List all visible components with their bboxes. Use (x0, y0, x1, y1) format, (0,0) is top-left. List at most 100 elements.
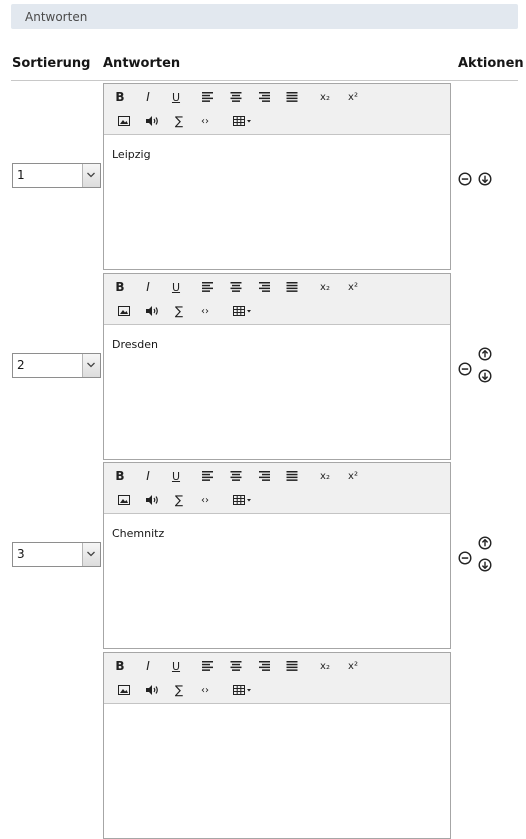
answer-text-area[interactable]: Leipzig (104, 135, 450, 269)
media-icon (145, 116, 159, 126)
remove-answer-button[interactable] (458, 172, 472, 186)
underline-button[interactable]: U (167, 468, 185, 484)
sort-order-select[interactable]: 1 (12, 163, 101, 188)
answer-text-area[interactable]: Dresden (104, 325, 450, 459)
image-icon (118, 495, 130, 505)
insert-media-button[interactable] (143, 113, 161, 129)
source-code-button-glyph: ‹› (201, 494, 209, 506)
insert-media-button[interactable] (143, 492, 161, 508)
insert-table-button[interactable] (232, 303, 254, 319)
align-left-button[interactable] (199, 279, 217, 295)
italic-button[interactable]: I (139, 279, 157, 295)
bold-button[interactable]: B (111, 468, 129, 484)
source-code-button[interactable]: ‹› (196, 303, 214, 319)
source-code-button[interactable]: ‹› (196, 492, 214, 508)
italic-button[interactable]: I (139, 89, 157, 105)
move-up-button[interactable] (478, 536, 492, 550)
insert-formula-button-glyph: ∑ (174, 114, 184, 128)
move-down-button[interactable] (478, 172, 492, 186)
superscript-button-glyph: x² (348, 91, 358, 103)
move-down-button[interactable] (478, 558, 492, 572)
superscript-button[interactable]: x² (344, 279, 362, 295)
insert-image-button[interactable] (115, 492, 133, 508)
source-code-button-glyph: ‹› (201, 684, 209, 696)
column-header-actions: Aktionen (458, 56, 524, 71)
align-right-button[interactable] (255, 89, 273, 105)
align-justify-icon (286, 282, 298, 292)
align-justify-button[interactable] (283, 468, 301, 484)
editor-toolbar: B I Ux₂ x² ∑ ‹› (104, 84, 450, 135)
dropdown-arrow-button[interactable] (82, 543, 100, 566)
align-right-button[interactable] (255, 279, 273, 295)
answer-editor[interactable]: B I Ux₂ x² ∑ ‹› Chemnitz (103, 462, 451, 649)
align-center-icon (230, 282, 242, 292)
italic-button[interactable]: I (139, 468, 157, 484)
arrow-up-circle-icon (478, 347, 492, 361)
align-center-button[interactable] (227, 468, 245, 484)
section-header[interactable]: Antworten (11, 4, 518, 29)
align-justify-button[interactable] (283, 89, 301, 105)
align-left-button[interactable] (199, 89, 217, 105)
media-icon (145, 685, 159, 695)
dropdown-arrow-button[interactable] (82, 164, 100, 187)
insert-formula-button-glyph: ∑ (174, 683, 184, 697)
insert-formula-button[interactable]: ∑ (170, 682, 188, 698)
remove-answer-button[interactable] (458, 362, 472, 376)
editor-toolbar: B I Ux₂ x² ∑ ‹› (104, 274, 450, 325)
answer-editor[interactable]: B I Ux₂ x² ∑ ‹› Leipzig (103, 83, 451, 270)
align-right-icon (258, 92, 270, 102)
insert-formula-button[interactable]: ∑ (170, 113, 188, 129)
insert-media-button[interactable] (143, 682, 161, 698)
align-center-button[interactable] (227, 89, 245, 105)
bold-button[interactable]: B (111, 279, 129, 295)
align-left-button[interactable] (199, 468, 217, 484)
remove-answer-button[interactable] (458, 551, 472, 565)
answer-editor[interactable]: B I Ux₂ x² ∑ ‹› (103, 652, 451, 839)
table-icon (233, 306, 253, 316)
align-center-button[interactable] (227, 279, 245, 295)
insert-table-button[interactable] (232, 492, 254, 508)
superscript-button[interactable]: x² (344, 89, 362, 105)
source-code-button[interactable]: ‹› (196, 682, 214, 698)
insert-media-button[interactable] (143, 303, 161, 319)
insert-formula-button[interactable]: ∑ (170, 303, 188, 319)
answer-text-area[interactable]: Chemnitz (104, 514, 450, 648)
answer-editor[interactable]: B I Ux₂ x² ∑ ‹› Dresden (103, 273, 451, 460)
align-justify-button[interactable] (283, 279, 301, 295)
underline-button[interactable]: U (167, 279, 185, 295)
insert-formula-button[interactable]: ∑ (170, 492, 188, 508)
subscript-button[interactable]: x₂ (316, 468, 334, 484)
dropdown-arrow-button[interactable] (82, 354, 100, 377)
editor-toolbar: B I Ux₂ x² ∑ ‹› (104, 463, 450, 514)
insert-table-button[interactable] (232, 113, 254, 129)
move-down-button[interactable] (478, 369, 492, 383)
bold-button[interactable]: B (111, 89, 129, 105)
align-center-icon (230, 92, 242, 102)
arrow-down-circle-icon (478, 558, 492, 572)
bold-button-glyph: B (115, 90, 125, 104)
arrow-down-circle-icon (478, 172, 492, 186)
answer-text: Leipzig (112, 148, 151, 161)
align-right-icon (258, 282, 270, 292)
insert-image-button[interactable] (115, 682, 133, 698)
minus-circle-icon (458, 362, 472, 376)
editor-toolbar: B I Ux₂ x² ∑ ‹› (104, 653, 450, 704)
sort-order-select[interactable]: 3 (12, 542, 101, 567)
sort-order-select[interactable]: 2 (12, 353, 101, 378)
move-up-button[interactable] (478, 347, 492, 361)
superscript-button[interactable]: x² (344, 468, 362, 484)
align-right-button[interactable] (255, 468, 273, 484)
insert-image-button[interactable] (115, 303, 133, 319)
answer-text-area[interactable] (104, 704, 450, 838)
align-left-icon (202, 471, 214, 481)
subscript-button[interactable]: x₂ (316, 89, 334, 105)
insert-table-button[interactable] (232, 682, 254, 698)
underline-button[interactable]: U (167, 89, 185, 105)
table-icon (233, 495, 253, 505)
superscript-button-glyph: x² (348, 470, 358, 482)
answer-text: Dresden (112, 338, 158, 351)
insert-image-button[interactable] (115, 113, 133, 129)
source-code-button[interactable]: ‹› (196, 113, 214, 129)
subscript-button[interactable]: x₂ (316, 279, 334, 295)
answer-text: Chemnitz (112, 527, 165, 540)
